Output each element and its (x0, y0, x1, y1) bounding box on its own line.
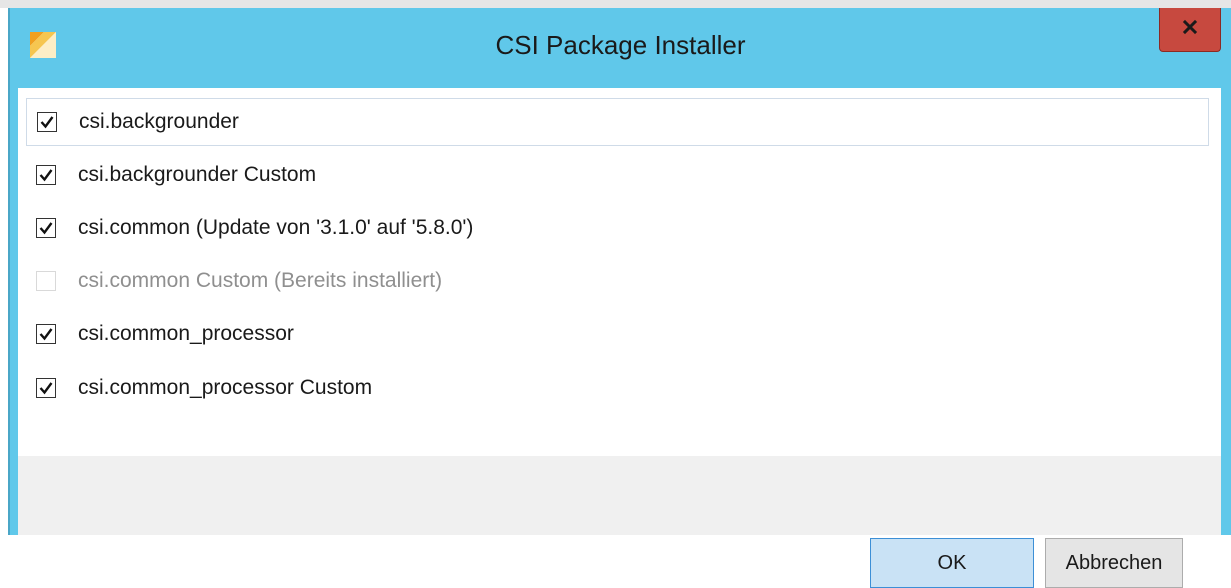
package-label: csi.common (Update von '3.1.0' auf '5.8.… (78, 216, 474, 239)
package-checkbox[interactable] (36, 165, 56, 185)
checkmark-icon (39, 169, 53, 182)
package-checkbox[interactable] (36, 324, 56, 344)
package-label: csi.backgrounder (79, 110, 239, 133)
package-item[interactable]: csi.common_processor Custom (26, 364, 1209, 412)
package-item[interactable]: csi.common_processor (26, 310, 1209, 358)
dialog-body: csi.backgrounder csi.backgrounder Custom… (18, 88, 1221, 588)
package-item-disabled: csi.common Custom (Bereits installiert) (26, 257, 1209, 305)
package-label: csi.common_processor Custom (78, 376, 373, 399)
checkmark-icon (39, 382, 53, 395)
package-label: csi.backgrounder Custom (78, 163, 317, 186)
package-label: csi.common Custom (Bereits installiert) (78, 269, 443, 292)
ok-button[interactable]: OK (870, 538, 1034, 588)
package-label: csi.common_processor (78, 322, 294, 345)
package-checkbox-disabled (36, 271, 56, 291)
package-list: csi.backgrounder csi.backgrounder Custom… (18, 88, 1221, 456)
window-title: CSI Package Installer (495, 30, 746, 60)
close-button[interactable] (1159, 8, 1221, 52)
title-bar[interactable]: CSI Package Installer (10, 8, 1231, 88)
cancel-button[interactable]: Abbrechen (1045, 538, 1183, 588)
package-item[interactable]: csi.backgrounder (26, 98, 1209, 146)
button-bar: OK Abbrechen (18, 456, 1221, 588)
close-icon (1182, 19, 1198, 40)
checkmark-icon (39, 222, 53, 235)
package-item[interactable]: csi.common (Update von '3.1.0' auf '5.8.… (26, 204, 1209, 252)
package-checkbox[interactable] (37, 112, 57, 132)
installer-dialog: CSI Package Installer csi.backgrounder c… (8, 8, 1231, 588)
desktop-background-strip (0, 0, 1231, 8)
package-checkbox[interactable] (36, 378, 56, 398)
checkmark-icon (39, 328, 53, 341)
package-item[interactable]: csi.backgrounder Custom (26, 151, 1209, 199)
package-checkbox[interactable] (36, 218, 56, 238)
checkmark-icon (40, 116, 54, 129)
